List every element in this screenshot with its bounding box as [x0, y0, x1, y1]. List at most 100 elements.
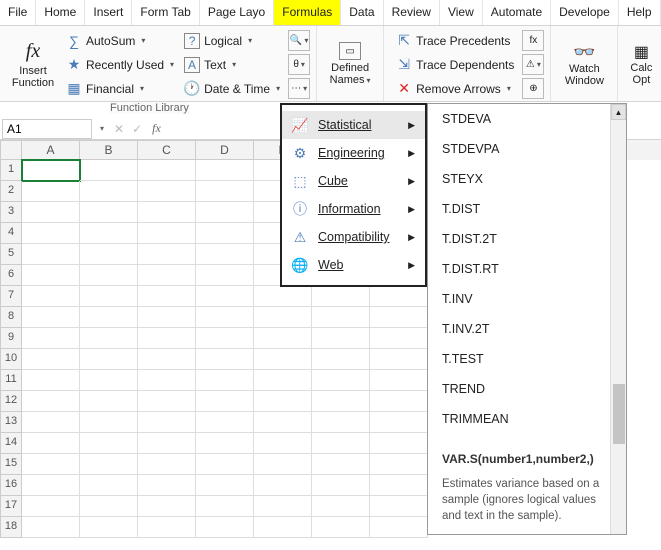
autosum-button[interactable]: ∑AutoSum▾	[62, 30, 178, 51]
row-header[interactable]: 8	[0, 307, 22, 328]
cell[interactable]	[370, 307, 428, 328]
fb-cancel-icon[interactable]: ✕	[110, 122, 128, 136]
cell[interactable]	[312, 496, 370, 517]
function-item[interactable]: VAR.P	[428, 434, 626, 441]
defined-names-button[interactable]: ▭ Defined Names▾	[323, 30, 377, 98]
cell[interactable]	[22, 433, 80, 454]
tab-help[interactable]: Help	[619, 0, 661, 25]
cell[interactable]	[138, 517, 196, 538]
cell[interactable]	[370, 286, 428, 307]
row-header[interactable]: 3	[0, 202, 22, 223]
datetime-button[interactable]: 🕐Date & Time▾	[180, 78, 284, 99]
cell[interactable]	[370, 349, 428, 370]
cell[interactable]	[80, 454, 138, 475]
cell[interactable]	[196, 433, 254, 454]
cell[interactable]	[80, 286, 138, 307]
math-button[interactable]: θ▾	[288, 54, 310, 75]
trace-dependents-button[interactable]: ⇲Trace Dependents	[392, 54, 518, 75]
cell[interactable]	[312, 328, 370, 349]
tab-formulas[interactable]: Formulas	[274, 0, 341, 25]
cell[interactable]	[312, 454, 370, 475]
cell[interactable]	[312, 370, 370, 391]
cell[interactable]	[370, 328, 428, 349]
row-header[interactable]: 12	[0, 391, 22, 412]
cell[interactable]	[138, 265, 196, 286]
cell[interactable]	[370, 412, 428, 433]
cell[interactable]	[22, 370, 80, 391]
tab-view[interactable]: View	[440, 0, 483, 25]
cell[interactable]	[22, 223, 80, 244]
cell[interactable]	[196, 307, 254, 328]
function-item[interactable]: T.INV	[428, 284, 626, 314]
cell[interactable]	[22, 181, 80, 202]
tab-formtab[interactable]: Form Tab	[132, 0, 199, 25]
cell[interactable]	[196, 412, 254, 433]
cell[interactable]	[312, 286, 370, 307]
cell[interactable]	[254, 286, 312, 307]
cell[interactable]	[312, 433, 370, 454]
cell[interactable]	[312, 412, 370, 433]
name-box-input[interactable]	[2, 119, 92, 139]
cell[interactable]	[138, 475, 196, 496]
cell[interactable]	[22, 517, 80, 538]
row-header[interactable]: 15	[0, 454, 22, 475]
col-header[interactable]: D	[196, 140, 254, 160]
cell[interactable]	[80, 496, 138, 517]
submenu-web[interactable]: 🌐Web▶	[282, 251, 425, 279]
cell[interactable]	[22, 328, 80, 349]
row-header[interactable]: 11	[0, 370, 22, 391]
cell[interactable]	[254, 475, 312, 496]
cell[interactable]	[80, 328, 138, 349]
tab-pagelayout[interactable]: Page Layo	[200, 0, 274, 25]
cell[interactable]	[80, 517, 138, 538]
cell[interactable]	[80, 265, 138, 286]
cell[interactable]	[80, 223, 138, 244]
namebox-caret-icon[interactable]: ▾	[94, 124, 110, 133]
cell[interactable]	[138, 433, 196, 454]
cell[interactable]	[80, 349, 138, 370]
cell[interactable]	[196, 391, 254, 412]
cell[interactable]	[138, 244, 196, 265]
fx-bar-icon[interactable]: fx	[146, 121, 167, 136]
cell[interactable]	[138, 454, 196, 475]
cell[interactable]	[138, 496, 196, 517]
scroll-up-button[interactable]: ▲	[611, 104, 626, 120]
cell[interactable]	[254, 454, 312, 475]
cell[interactable]	[22, 454, 80, 475]
row-header[interactable]: 13	[0, 412, 22, 433]
function-item[interactable]: T.DIST.RT	[428, 254, 626, 284]
tab-automate[interactable]: Automate	[483, 0, 551, 25]
row-header[interactable]: 7	[0, 286, 22, 307]
cell[interactable]	[80, 412, 138, 433]
cell[interactable]	[370, 496, 428, 517]
more-functions-button[interactable]: ⋯▾	[288, 78, 310, 99]
col-header[interactable]: C	[138, 140, 196, 160]
cell[interactable]	[138, 160, 196, 181]
cell[interactable]	[22, 475, 80, 496]
cell[interactable]	[370, 391, 428, 412]
cell[interactable]	[254, 433, 312, 454]
cell[interactable]	[254, 517, 312, 538]
row-header[interactable]: 5	[0, 244, 22, 265]
cell[interactable]	[138, 412, 196, 433]
cell[interactable]	[22, 307, 80, 328]
function-item[interactable]: TRIMMEAN	[428, 404, 626, 434]
cell[interactable]	[254, 496, 312, 517]
tab-data[interactable]: Data	[341, 0, 383, 25]
col-header[interactable]: B	[80, 140, 138, 160]
row-header[interactable]: 17	[0, 496, 22, 517]
submenu-cube[interactable]: ⬚Cube▶	[282, 167, 425, 195]
cell[interactable]	[196, 265, 254, 286]
tab-file[interactable]: File	[0, 0, 36, 25]
fb-check-icon[interactable]: ✓	[128, 122, 146, 136]
cell[interactable]	[80, 475, 138, 496]
cell[interactable]	[196, 517, 254, 538]
submenu-compatibility[interactable]: ⚠Compatibility▶	[282, 223, 425, 251]
cell[interactable]	[22, 391, 80, 412]
cell[interactable]	[138, 202, 196, 223]
row-header[interactable]: 4	[0, 223, 22, 244]
function-item[interactable]: TREND	[428, 374, 626, 404]
cell[interactable]	[312, 349, 370, 370]
cell[interactable]	[196, 160, 254, 181]
logical-button[interactable]: ?Logical▾	[180, 30, 284, 51]
